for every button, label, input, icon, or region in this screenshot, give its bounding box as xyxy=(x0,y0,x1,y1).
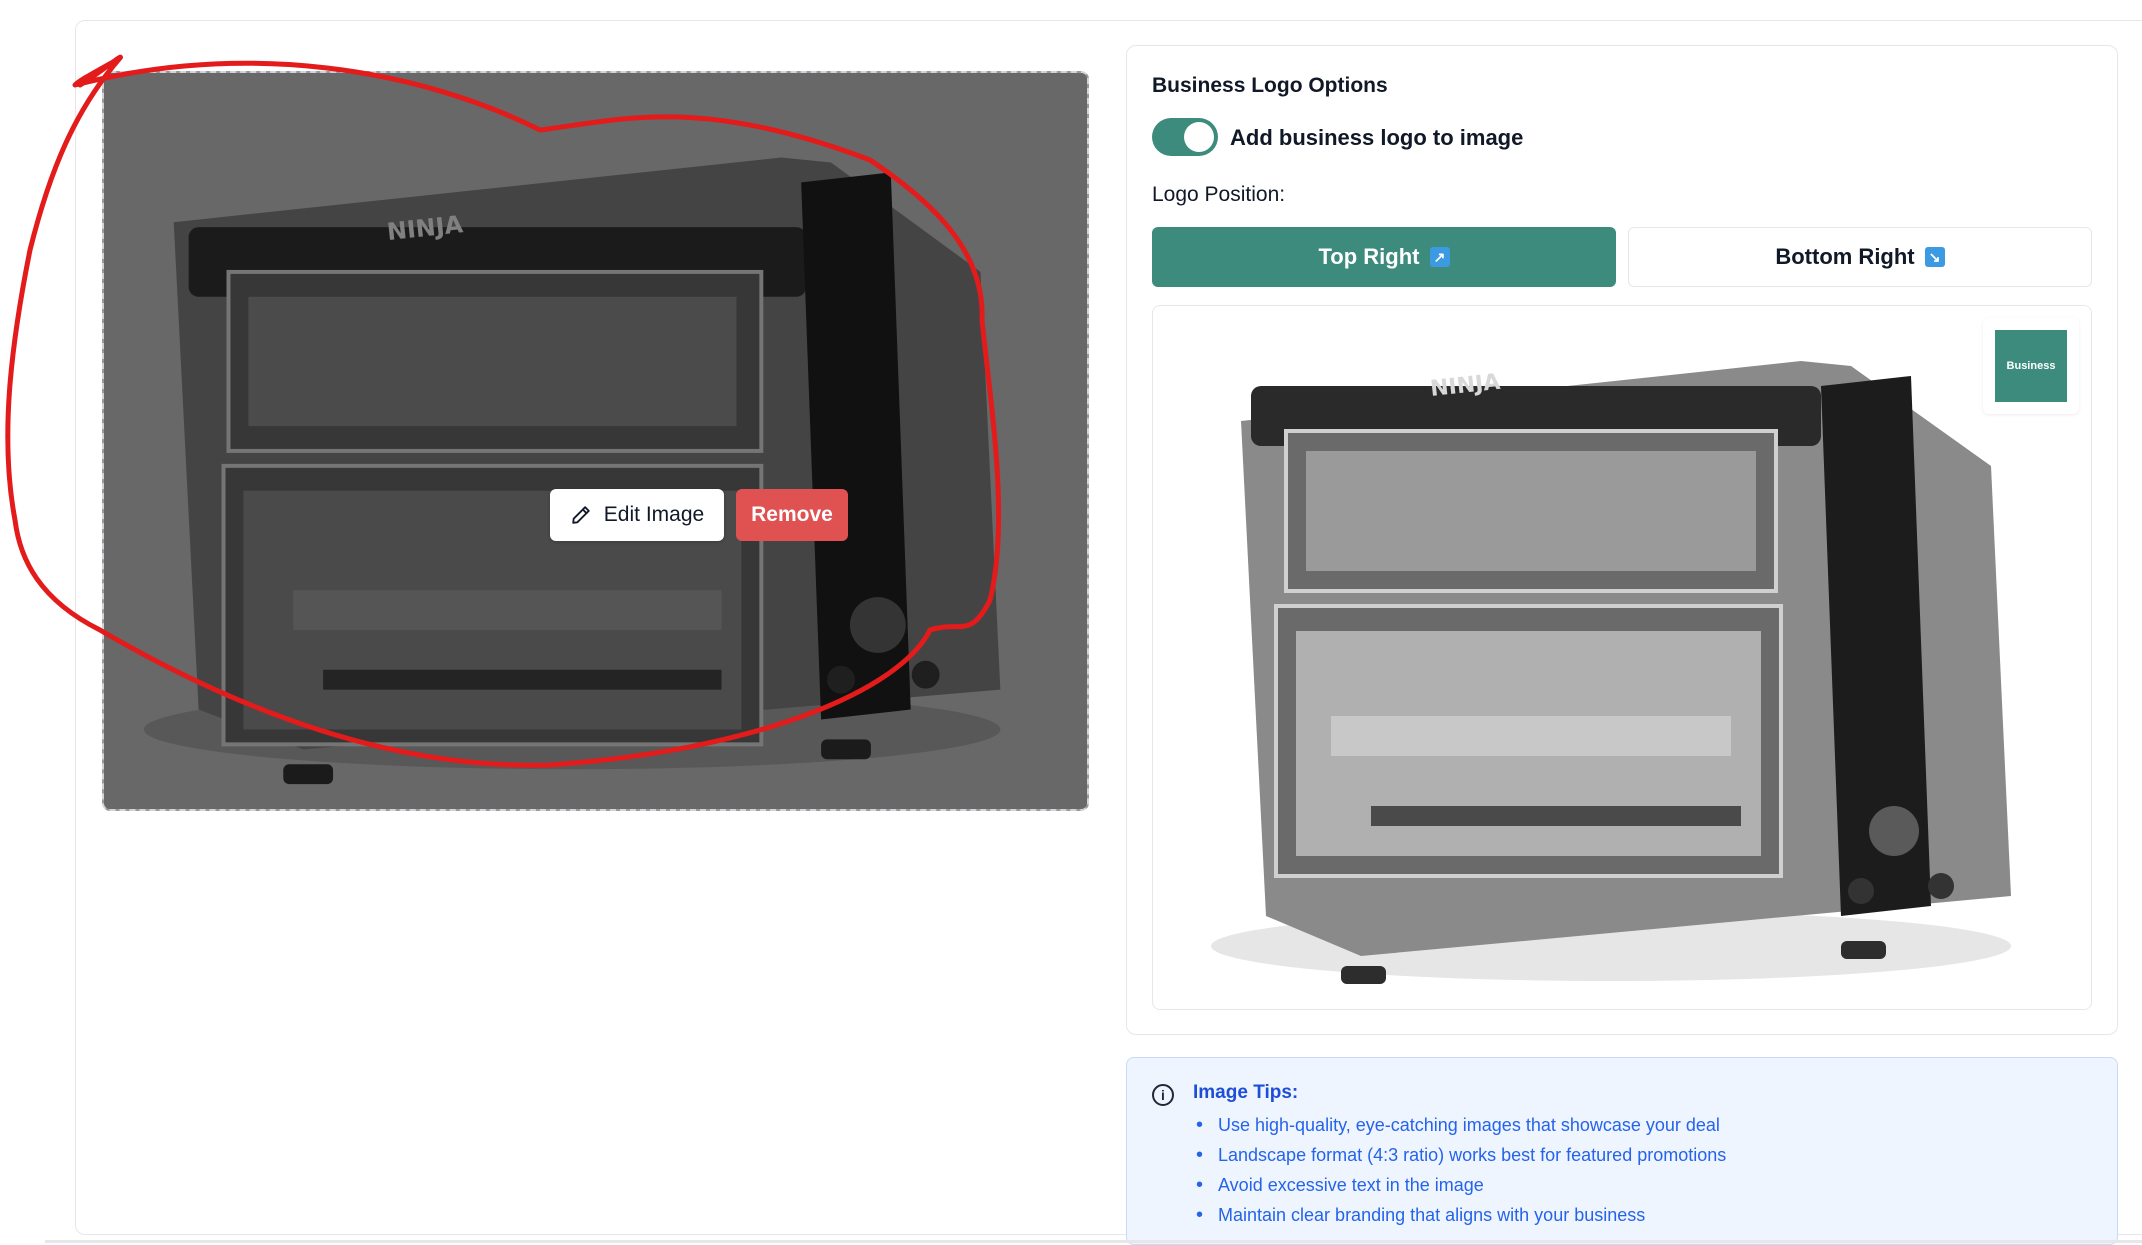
add-logo-toggle[interactable] xyxy=(1152,118,1218,156)
business-logo: Business xyxy=(1995,330,2067,402)
add-logo-toggle-label: Add business logo to image xyxy=(1230,125,1524,150)
image-tips-list: Use high-quality, eye-catching images th… xyxy=(1196,1110,1726,1230)
position-bottom-right-button[interactable]: Bottom Right ↘ xyxy=(1628,227,2092,287)
toggle-knob xyxy=(1184,122,1214,152)
position-top-right-label: Top Right xyxy=(1318,244,1420,269)
info-icon: i xyxy=(1152,1084,1174,1106)
arrow-down-right-icon: ↘ xyxy=(1924,247,1945,267)
preview-product-image: NINJA xyxy=(1181,306,2091,1009)
logo-position-label: Logo Position: xyxy=(1152,183,1286,206)
remove-image-button[interactable]: Remove xyxy=(736,489,848,541)
edit-image-label: Edit Image xyxy=(603,503,705,526)
tip-item: Avoid excessive text in the image xyxy=(1196,1170,1726,1200)
tip-item: Use high-quality, eye-catching images th… xyxy=(1196,1110,1726,1140)
edit-image-button[interactable]: Edit Image xyxy=(550,489,724,541)
logo-badge-container: Business xyxy=(1983,318,2079,414)
pencil-icon xyxy=(572,506,590,524)
tip-item: Maintain clear branding that aligns with… xyxy=(1196,1200,1726,1230)
image-tips-title: Image Tips: xyxy=(1193,1082,1299,1103)
tip-item: Landscape format (4:3 ratio) works best … xyxy=(1196,1140,1726,1170)
image-upload-preview[interactable]: NINJA Edit Image Remove xyxy=(102,71,1089,811)
divider xyxy=(45,1240,2142,1243)
image-hover-overlay xyxy=(104,73,1087,809)
logo-options-title: Business Logo Options xyxy=(1152,74,1388,97)
arrow-up-right-icon: ↗ xyxy=(1429,247,1450,267)
position-bottom-right-label: Bottom Right xyxy=(1775,244,1915,269)
position-top-right-button[interactable]: Top Right ↗ xyxy=(1152,227,1616,287)
logo-preview: NINJA Business xyxy=(1152,305,2092,1010)
